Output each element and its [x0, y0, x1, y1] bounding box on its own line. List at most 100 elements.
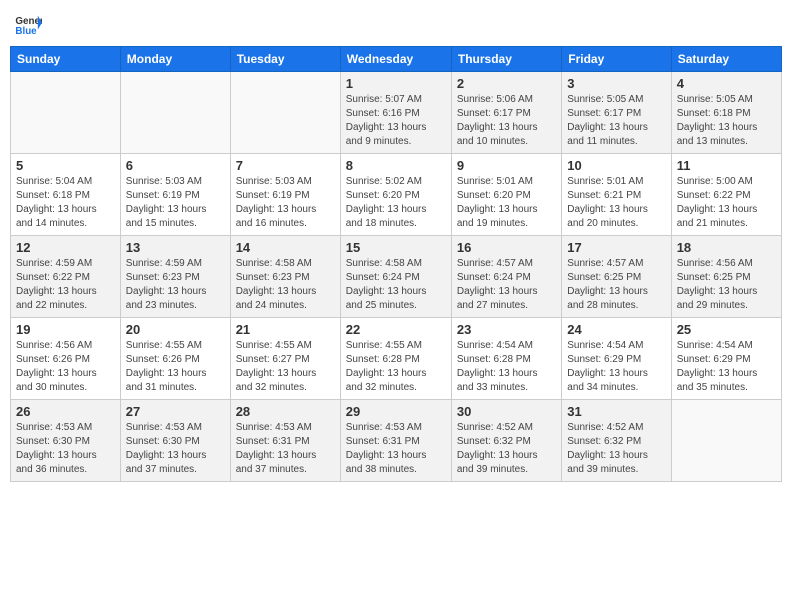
calendar-cell: 16Sunrise: 4:57 AM Sunset: 6:24 PM Dayli…	[451, 236, 561, 318]
page-header: General Blue	[10, 10, 782, 38]
day-info: Sunrise: 4:54 AM Sunset: 6:29 PM Dayligh…	[677, 339, 776, 395]
day-info: Sunrise: 4:55 AM Sunset: 6:28 PM Dayligh…	[346, 339, 446, 395]
calendar-cell: 30 Sunrise: 4:52 AM Sunset: 6:32 PM Dayli…	[451, 400, 561, 482]
calendar-week-row: 26Sunrise: 4:53 AM Sunset: 6:30 PM Dayli…	[11, 400, 782, 482]
day-number: 17	[567, 240, 665, 255]
day-info: Sunrise: 4:54 AM Sunset: 6:28 PM Dayligh…	[457, 339, 556, 395]
day-number: 23	[457, 322, 556, 337]
day-info: Sunrise: 4:56 AM Sunset: 6:26 PM Dayligh…	[16, 339, 115, 395]
logo-icon: General Blue	[14, 10, 42, 38]
day-number: 10	[567, 158, 665, 173]
day-number: 28	[236, 404, 335, 419]
day-info: Sunrise: 4:58 AM Sunset: 6:24 PM Dayligh…	[346, 257, 446, 313]
day-number: 25	[677, 322, 776, 337]
calendar-cell: 9 Sunrise: 5:01 AM Sunset: 6:20 PM Daylig…	[451, 154, 561, 236]
calendar-cell	[671, 400, 781, 482]
day-info: Sunrise: 4:53 AM Sunset: 6:30 PM Dayligh…	[126, 421, 225, 477]
day-number: 30	[457, 404, 556, 419]
calendar-cell: 28 Sunrise: 4:53 AM Sunset: 6:31 PM Dayli…	[230, 400, 340, 482]
day-number: 16	[457, 240, 556, 255]
day-number: 18	[677, 240, 776, 255]
day-number: 21	[236, 322, 335, 337]
weekday-header-sunday: Sunday	[11, 47, 121, 72]
day-number: 8	[346, 158, 446, 173]
calendar-cell: 26Sunrise: 4:53 AM Sunset: 6:30 PM Dayli…	[11, 400, 121, 482]
day-number: 20	[126, 322, 225, 337]
day-info: Sunrise: 5:04 AM Sunset: 6:18 PM Dayligh…	[16, 175, 115, 231]
day-info: Sunrise: 4:54 AM Sunset: 6:29 PM Dayligh…	[567, 339, 665, 395]
day-number: 27	[126, 404, 225, 419]
weekday-header-saturday: Saturday	[671, 47, 781, 72]
day-number: 15	[346, 240, 446, 255]
calendar-cell: 20Sunrise: 4:55 AM Sunset: 6:26 PM Dayli…	[120, 318, 230, 400]
day-info: Sunrise: 5:07 AM Sunset: 6:16 PM Dayligh…	[346, 93, 446, 149]
day-info: Sunrise: 4:56 AM Sunset: 6:25 PM Dayligh…	[677, 257, 776, 313]
calendar-cell: 24Sunrise: 4:54 AM Sunset: 6:29 PM Dayli…	[562, 318, 671, 400]
day-number: 31	[567, 404, 665, 419]
calendar-cell: 19 Sunrise: 4:56 AM Sunset: 6:26 PM Dayli…	[11, 318, 121, 400]
calendar-cell: 22Sunrise: 4:55 AM Sunset: 6:28 PM Dayli…	[340, 318, 451, 400]
weekday-header-monday: Monday	[120, 47, 230, 72]
day-info: Sunrise: 5:00 AM Sunset: 6:22 PM Dayligh…	[677, 175, 776, 231]
day-number: 5	[16, 158, 115, 173]
calendar-week-row: 19 Sunrise: 4:56 AM Sunset: 6:26 PM Dayli…	[11, 318, 782, 400]
day-number: 12	[16, 240, 115, 255]
calendar-cell: 12 Sunrise: 4:59 AM Sunset: 6:22 PM Dayli…	[11, 236, 121, 318]
day-number: 4	[677, 76, 776, 91]
calendar-cell: 4 Sunrise: 5:05 AM Sunset: 6:18 PM Daylig…	[671, 72, 781, 154]
calendar-week-row: 1 Sunrise: 5:07 AM Sunset: 6:16 PM Daylig…	[11, 72, 782, 154]
calendar-cell: 27 Sunrise: 4:53 AM Sunset: 6:30 PM Dayli…	[120, 400, 230, 482]
day-info: Sunrise: 5:02 AM Sunset: 6:20 PM Dayligh…	[346, 175, 446, 231]
calendar-cell: 6Sunrise: 5:03 AM Sunset: 6:19 PM Daylig…	[120, 154, 230, 236]
day-info: Sunrise: 4:53 AM Sunset: 6:30 PM Dayligh…	[16, 421, 115, 477]
calendar-cell: 11 Sunrise: 5:00 AM Sunset: 6:22 PM Dayli…	[671, 154, 781, 236]
day-info: Sunrise: 4:53 AM Sunset: 6:31 PM Dayligh…	[236, 421, 335, 477]
day-info: Sunrise: 5:03 AM Sunset: 6:19 PM Dayligh…	[126, 175, 225, 231]
day-number: 7	[236, 158, 335, 173]
day-info: Sunrise: 4:57 AM Sunset: 6:25 PM Dayligh…	[567, 257, 665, 313]
calendar-cell: 21 Sunrise: 4:55 AM Sunset: 6:27 PM Dayli…	[230, 318, 340, 400]
calendar-cell: 2 Sunrise: 5:06 AM Sunset: 6:17 PM Daylig…	[451, 72, 561, 154]
day-info: Sunrise: 4:58 AM Sunset: 6:23 PM Dayligh…	[236, 257, 335, 313]
calendar-header-row: SundayMondayTuesdayWednesdayThursdayFrid…	[11, 47, 782, 72]
day-info: Sunrise: 4:59 AM Sunset: 6:22 PM Dayligh…	[16, 257, 115, 313]
weekday-header-tuesday: Tuesday	[230, 47, 340, 72]
day-number: 13	[126, 240, 225, 255]
day-info: Sunrise: 4:52 AM Sunset: 6:32 PM Dayligh…	[567, 421, 665, 477]
day-info: Sunrise: 4:55 AM Sunset: 6:27 PM Dayligh…	[236, 339, 335, 395]
calendar-cell	[11, 72, 121, 154]
calendar-cell	[230, 72, 340, 154]
day-number: 19	[16, 322, 115, 337]
day-info: Sunrise: 5:06 AM Sunset: 6:17 PM Dayligh…	[457, 93, 556, 149]
svg-text:Blue: Blue	[15, 26, 37, 37]
day-number: 29	[346, 404, 446, 419]
day-info: Sunrise: 5:05 AM Sunset: 6:17 PM Dayligh…	[567, 93, 665, 149]
day-info: Sunrise: 5:01 AM Sunset: 6:20 PM Dayligh…	[457, 175, 556, 231]
calendar-cell	[120, 72, 230, 154]
calendar-cell: 8 Sunrise: 5:02 AM Sunset: 6:20 PM Daylig…	[340, 154, 451, 236]
weekday-header-friday: Friday	[562, 47, 671, 72]
calendar-table: SundayMondayTuesdayWednesdayThursdayFrid…	[10, 46, 782, 482]
day-number: 11	[677, 158, 776, 173]
calendar-cell: 18 Sunrise: 4:56 AM Sunset: 6:25 PM Dayli…	[671, 236, 781, 318]
day-number: 1	[346, 76, 446, 91]
calendar-cell: 25 Sunrise: 4:54 AM Sunset: 6:29 PM Dayli…	[671, 318, 781, 400]
calendar-cell: 29 Sunrise: 4:53 AM Sunset: 6:31 PM Dayli…	[340, 400, 451, 482]
weekday-header-thursday: Thursday	[451, 47, 561, 72]
day-info: Sunrise: 4:53 AM Sunset: 6:31 PM Dayligh…	[346, 421, 446, 477]
day-info: Sunrise: 4:52 AM Sunset: 6:32 PM Dayligh…	[457, 421, 556, 477]
day-info: Sunrise: 5:05 AM Sunset: 6:18 PM Dayligh…	[677, 93, 776, 149]
calendar-cell: 23 Sunrise: 4:54 AM Sunset: 6:28 PM Dayli…	[451, 318, 561, 400]
calendar-cell: 5 Sunrise: 5:04 AM Sunset: 6:18 PM Daylig…	[11, 154, 121, 236]
calendar-cell: 13Sunrise: 4:59 AM Sunset: 6:23 PM Dayli…	[120, 236, 230, 318]
calendar-cell: 10Sunrise: 5:01 AM Sunset: 6:21 PM Dayli…	[562, 154, 671, 236]
calendar-cell: 1 Sunrise: 5:07 AM Sunset: 6:16 PM Daylig…	[340, 72, 451, 154]
day-number: 9	[457, 158, 556, 173]
day-number: 14	[236, 240, 335, 255]
day-number: 2	[457, 76, 556, 91]
calendar-cell: 31 Sunrise: 4:52 AM Sunset: 6:32 PM Dayli…	[562, 400, 671, 482]
day-info: Sunrise: 5:03 AM Sunset: 6:19 PM Dayligh…	[236, 175, 335, 231]
calendar-cell: 7 Sunrise: 5:03 AM Sunset: 6:19 PM Daylig…	[230, 154, 340, 236]
calendar-cell: 14 Sunrise: 4:58 AM Sunset: 6:23 PM Dayli…	[230, 236, 340, 318]
calendar-cell: 3Sunrise: 5:05 AM Sunset: 6:17 PM Daylig…	[562, 72, 671, 154]
